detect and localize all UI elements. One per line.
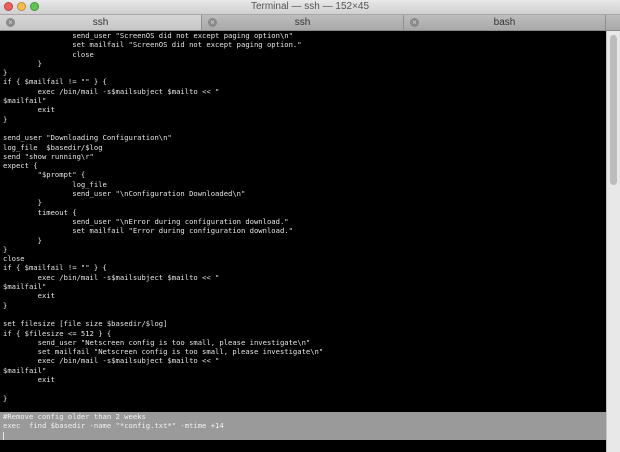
tab-bash-3[interactable]: × bash	[404, 15, 606, 30]
terminal-line: set mailfail "Error during configuration…	[3, 226, 293, 236]
terminal-line: $mailfail"	[3, 282, 47, 292]
terminal-line	[0, 430, 606, 441]
terminal-line: }	[3, 235, 42, 245]
tab-bar-spacer	[606, 15, 620, 30]
terminal-line: send_user "\nConfiguration Downloaded\n"	[3, 189, 246, 199]
terminal-line: send_user "ScreenOS did not except pagin…	[3, 31, 293, 40]
vertical-scrollbar[interactable]	[606, 31, 620, 452]
text-cursor	[3, 431, 4, 440]
terminal-line: }	[3, 198, 42, 208]
tab-ssh-1[interactable]: × ssh	[0, 15, 202, 30]
tab-label: ssh	[294, 17, 311, 28]
terminal-line: #Remove config older than 2 weeks	[0, 412, 606, 422]
terminal-line: set filesize [file size $basedir/$log]	[3, 319, 168, 329]
terminal-line: exec /bin/mail -s$mailsubject $mailto <<…	[3, 272, 220, 282]
tab-bar: × ssh × ssh × bash	[0, 15, 620, 31]
tab-ssh-2[interactable]: × ssh	[202, 15, 404, 30]
close-tab-icon[interactable]: ×	[6, 18, 15, 27]
terminal-line: }	[3, 58, 42, 68]
terminal-line: $mailfail"	[3, 96, 47, 106]
terminal-output[interactable]: send_user "ScreenOS did not except pagin…	[0, 31, 606, 452]
close-tab-icon[interactable]: ×	[208, 18, 217, 27]
terminal-line: close	[3, 254, 25, 264]
window-title: Terminal — ssh — 152×45	[250, 1, 370, 12]
terminal-line: if { $mailfail != "" } {	[3, 263, 107, 273]
terminal-line: exec /bin/mail -s$mailsubject $mailto <<…	[3, 86, 220, 96]
tab-label: ssh	[92, 17, 109, 28]
terminal-line: exec find $basedir -name "*config.txt*" …	[0, 421, 606, 431]
tab-label: bash	[493, 17, 516, 28]
title-bar[interactable]: Terminal — ssh — 152×45	[0, 0, 620, 15]
terminal-line: log_file	[3, 179, 107, 189]
terminal-line: send "show running\r"	[3, 151, 94, 161]
scrollbar-thumb[interactable]	[610, 35, 617, 185]
terminal-line: }	[3, 393, 8, 403]
terminal-line: set mailfail "ScreenOS did not except pa…	[3, 40, 302, 50]
terminal-line: send_user "\nError during configuration …	[3, 216, 289, 226]
terminal-line: exec /bin/mail -s$mailsubject $mailto <<…	[3, 356, 220, 366]
terminal-line: if { $filesize <= 512 } {	[3, 328, 112, 338]
terminal-line: close	[3, 49, 94, 59]
terminal-line: }	[3, 300, 8, 310]
terminal-line: send_user "Netscreen config is too small…	[3, 337, 311, 347]
terminal-line: if { $mailfail != "" } {	[3, 77, 107, 87]
terminal-line: exit	[3, 105, 55, 115]
terminal-line: exit	[3, 291, 55, 301]
close-tab-icon[interactable]: ×	[410, 18, 419, 27]
terminal-line: }	[3, 244, 8, 254]
terminal-line: $mailfail"	[3, 365, 47, 375]
terminal-line: timeout {	[3, 207, 77, 217]
terminal-line: }	[3, 68, 8, 78]
terminal-line: }	[3, 114, 8, 124]
terminal-line: "$prompt" {	[3, 170, 86, 180]
terminal-line: expect {	[3, 161, 38, 171]
terminal-window: Terminal — ssh — 152×45 × ssh × ssh × bash se…	[0, 0, 620, 452]
terminal-line: exit	[3, 374, 55, 384]
terminal-line: set mailfail "Netscreen config is too sm…	[3, 347, 324, 357]
terminal-line: send_user "Downloading Configuration\n"	[3, 133, 172, 143]
terminal-line: log_file $basedir/$log	[3, 142, 103, 152]
